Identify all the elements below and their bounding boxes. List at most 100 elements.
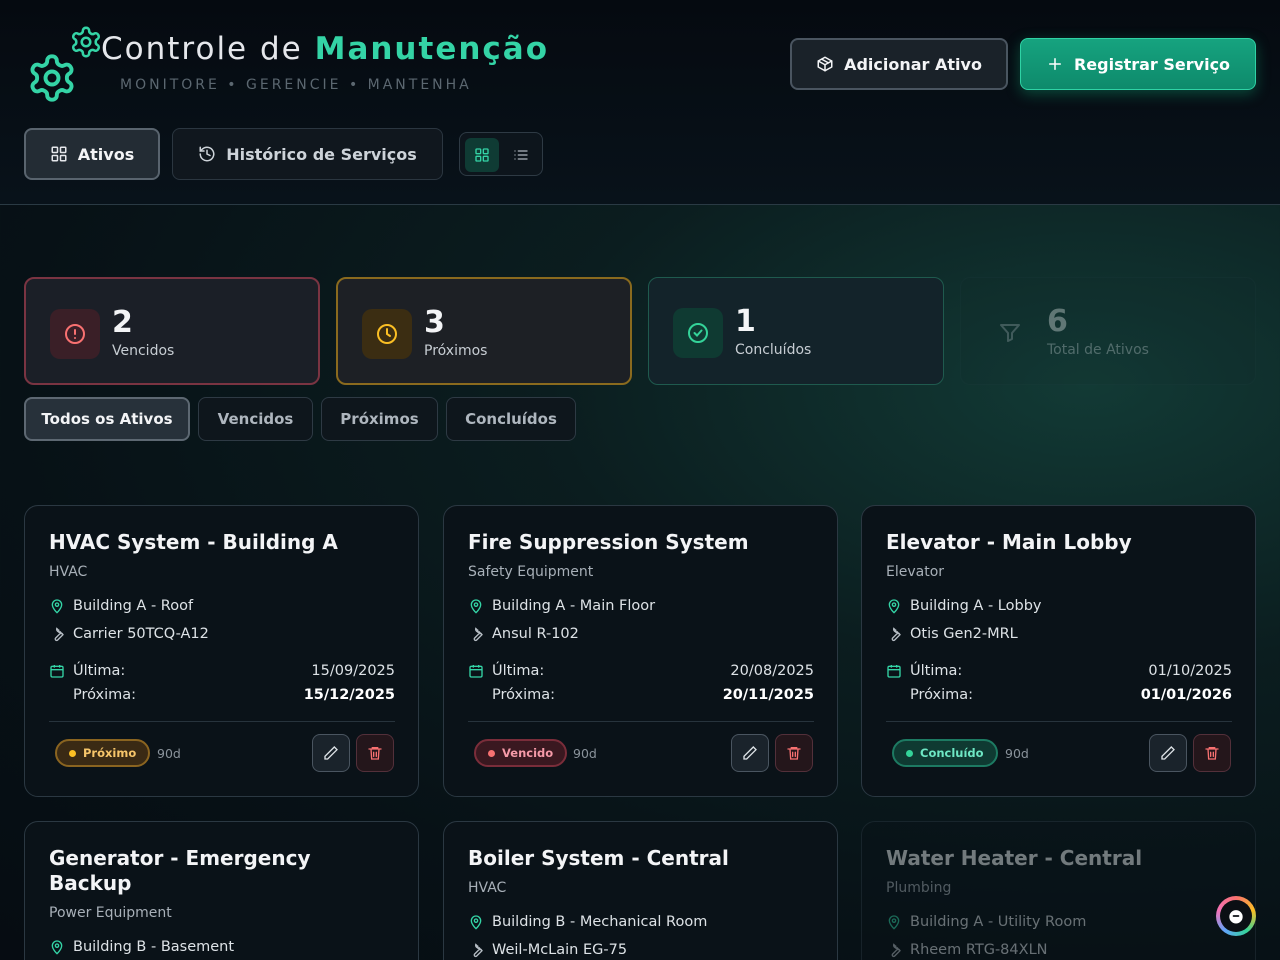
stat-total-value: 6 <box>1047 304 1068 339</box>
card-divider <box>886 721 1232 722</box>
stat-completed-label: Concluídos <box>735 342 812 358</box>
pencil-icon <box>324 746 338 760</box>
asset-location-text: Building B - Basement <box>73 939 235 955</box>
grid-view-icon <box>475 148 489 162</box>
next-label: Próxima: <box>910 687 974 703</box>
asset-model-text: Otis Gen2-MRL <box>910 626 1018 642</box>
status-badge-text: Vencido <box>502 746 554 760</box>
delete-button[interactable] <box>775 734 813 772</box>
calendar-icon <box>50 665 64 678</box>
asset-card[interactable]: Generator - Emergency Backup Power Equip… <box>24 821 419 960</box>
service-interval: 90d <box>1005 746 1029 761</box>
stat-upcoming-value: 3 <box>424 305 445 340</box>
asset-location-text: Building B - Mechanical Room <box>492 914 708 930</box>
asset-card[interactable]: Boiler System - Central HVAC Building B … <box>443 821 838 960</box>
list-view-button[interactable] <box>504 138 538 172</box>
plus-icon <box>1048 58 1061 70</box>
filter-all[interactable]: Todos os Ativos <box>24 397 190 441</box>
service-interval: 90d <box>157 746 181 761</box>
tab-assets-label: Ativos <box>77 144 135 164</box>
register-service-button[interactable]: Registrar Serviço <box>1020 38 1256 90</box>
wrench-icon <box>54 627 64 642</box>
asset-dates: Última: 20/08/2025 Próxima: 20/11/2025 <box>468 659 814 707</box>
tab-history-label: Histórico de Serviços <box>226 144 417 164</box>
asset-location-text: Building A - Main Floor <box>492 598 656 614</box>
register-service-label: Registrar Serviço <box>1073 54 1231 74</box>
tab-history[interactable]: Histórico de Serviços <box>172 128 443 180</box>
calendar-icon <box>469 665 483 678</box>
filter-completed[interactable]: Concluídos <box>446 397 576 441</box>
app-header: Controle de Manutenção MONITORE • GERENC… <box>0 0 1280 205</box>
card-divider <box>49 721 395 722</box>
asset-name: Elevator - Main Lobby <box>886 530 1132 554</box>
asset-location: Building A - Roof <box>49 598 193 614</box>
wrench-icon <box>891 627 901 642</box>
history-icon <box>199 146 215 162</box>
tab-assets[interactable]: Ativos <box>24 128 160 180</box>
status-badge: Vencido <box>474 739 568 767</box>
last-date: 20/08/2025 <box>730 663 814 679</box>
asset-name: Generator - Emergency Backup <box>49 846 311 895</box>
clock-icon <box>362 309 412 359</box>
map-pin-icon <box>470 599 482 614</box>
stat-total[interactable]: 6 Total de Ativos <box>960 277 1256 385</box>
service-interval: 90d <box>573 746 597 761</box>
list-view-icon <box>514 150 528 160</box>
map-pin-icon <box>51 599 63 614</box>
asset-name: Water Heater - Central <box>886 846 1143 870</box>
asset-model: Carrier 50TCQ-A12 <box>49 626 209 642</box>
asset-category: Power Equipment <box>49 905 172 921</box>
add-asset-label: Adicionar Ativo <box>844 54 982 74</box>
alert-icon <box>50 309 100 359</box>
asset-location: Building B - Basement <box>49 939 234 955</box>
stat-upcoming[interactable]: 3 Próximos <box>336 277 632 385</box>
add-asset-button[interactable]: Adicionar Ativo <box>790 38 1008 90</box>
title-prefix: Controle de <box>101 31 315 67</box>
asset-model-text: Rheem RTG-84XLN <box>910 942 1048 958</box>
edit-button[interactable] <box>312 734 350 772</box>
asset-location-text: Building A - Utility Room <box>910 914 1087 930</box>
trash-icon <box>368 747 382 760</box>
asset-card[interactable]: Water Heater - Central Plumbing Building… <box>861 821 1256 960</box>
status-badge-text: Próximo <box>83 746 137 760</box>
wrench-icon <box>891 943 901 958</box>
asset-dates: Última: 01/10/2025 Próxima: 01/01/2026 <box>886 659 1232 707</box>
filter-overdue[interactable]: Vencidos <box>198 397 313 441</box>
asset-name: Fire Suppression System <box>468 530 749 554</box>
asset-category: Elevator <box>886 564 945 580</box>
asset-name: HVAC System - Building A <box>49 530 338 554</box>
status-badge: Próximo <box>55 739 151 767</box>
map-pin-icon <box>51 940 63 955</box>
asset-card[interactable]: Fire Suppression System Safety Equipment… <box>443 505 838 797</box>
asset-location: Building A - Main Floor <box>468 598 655 614</box>
last-label: Última: <box>492 663 545 679</box>
check-circle-icon <box>673 308 723 358</box>
asset-location: Building A - Lobby <box>886 598 1041 614</box>
grid-view-button[interactable] <box>465 138 499 172</box>
asset-card[interactable]: HVAC System - Building A HVAC Building A… <box>24 505 419 797</box>
status-badge-text: Concluído <box>920 746 984 760</box>
asset-model: Rheem RTG-84XLN <box>886 942 1048 958</box>
trash-icon <box>1205 747 1219 760</box>
trash-icon <box>787 747 801 760</box>
delete-button[interactable] <box>356 734 394 772</box>
assistant-button[interactable] <box>1216 896 1256 936</box>
next-date: 15/12/2025 <box>303 687 395 703</box>
edit-button[interactable] <box>1149 734 1187 772</box>
title-accent: Manutenção <box>314 31 550 67</box>
robot-icon <box>1220 900 1252 932</box>
delete-button[interactable] <box>1193 734 1231 772</box>
gear-icon <box>30 54 74 102</box>
page-title: Controle de Manutenção <box>101 31 549 67</box>
asset-dates: Última: 15/09/2025 Próxima: 15/12/2025 <box>49 659 395 707</box>
last-date: 15/09/2025 <box>311 663 395 679</box>
stat-completed[interactable]: 1 Concluídos <box>648 277 944 385</box>
asset-card[interactable]: Elevator - Main Lobby Elevator Building … <box>861 505 1256 797</box>
edit-button[interactable] <box>731 734 769 772</box>
asset-model: Otis Gen2-MRL <box>886 626 1018 642</box>
asset-location-text: Building A - Lobby <box>910 598 1042 614</box>
stat-overdue[interactable]: 2 Vencidos <box>24 277 320 385</box>
filter-upcoming[interactable]: Próximos <box>321 397 438 441</box>
page-subtitle: MONITORE • GERENCIE • MANTENHA <box>120 77 472 93</box>
next-label: Próxima: <box>73 687 137 703</box>
